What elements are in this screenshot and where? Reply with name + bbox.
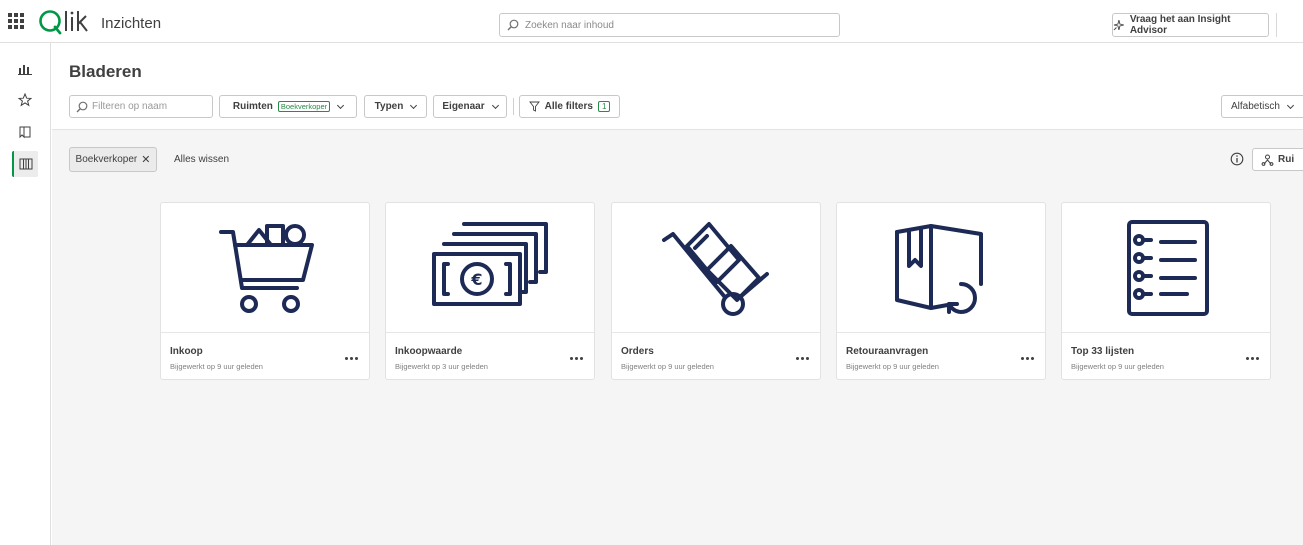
filter-icon	[528, 101, 540, 112]
rail-item-favorites[interactable]	[12, 87, 38, 113]
types-dropdown[interactable]: Typen	[364, 95, 427, 118]
all-filters-button[interactable]: Alle filters 1	[519, 95, 620, 118]
chevron-down-icon	[410, 101, 418, 109]
rail-item-catalog[interactable]	[12, 151, 38, 177]
spaces-selected-tag: Boekverkoper	[277, 101, 331, 112]
close-icon[interactable]: ✕	[141, 153, 150, 166]
chevron-down-icon	[491, 101, 499, 109]
catalog-icon	[19, 158, 33, 170]
info-icon[interactable]	[1230, 152, 1244, 166]
sort-label: Alfabetisch	[1231, 101, 1280, 112]
app-launcher-icon[interactable]	[8, 13, 24, 29]
sparkle-icon	[1113, 19, 1124, 31]
app-title: Inzichten	[101, 15, 162, 32]
app-card-orders[interactable]: Orders Bijgewerkt op 9 uur geleden	[611, 202, 821, 380]
top-bar: Inzichten Vraag het aan Insight Advisor	[0, 0, 1303, 43]
insight-advisor-button[interactable]: Vraag het aan Insight Advisor	[1112, 13, 1269, 37]
clear-all-link[interactable]: Alles wissen	[174, 154, 229, 165]
more-options-icon[interactable]	[345, 353, 359, 363]
all-filters-label: Alle filters	[544, 101, 593, 112]
space-icon	[1261, 154, 1274, 166]
card-title: Top 33 lijsten	[1071, 346, 1135, 357]
card-title: Orders	[621, 346, 654, 357]
filter-count-badge: 1	[597, 101, 611, 112]
card-title: Retouraanvragen	[846, 346, 929, 357]
card-subtitle: Bijgewerkt op 9 uur geleden	[170, 362, 263, 371]
chevron-down-icon	[337, 101, 345, 109]
left-rail	[0, 43, 51, 545]
active-filter-chip[interactable]: Boekverkoper ✕	[69, 147, 157, 172]
owner-label: Eigenaar	[442, 101, 485, 112]
space-button[interactable]: Rui	[1252, 148, 1303, 171]
more-options-icon[interactable]	[1021, 353, 1035, 363]
card-title: Inkoopwaarde	[395, 346, 463, 357]
content-search[interactable]	[499, 13, 840, 37]
owner-dropdown[interactable]: Eigenaar	[433, 95, 507, 118]
page-title: Bladeren	[69, 62, 142, 81]
star-icon	[18, 93, 32, 107]
search-icon	[507, 19, 519, 31]
list-icon	[1127, 219, 1209, 316]
name-filter-input[interactable]	[92, 99, 207, 114]
chevron-down-icon	[1286, 101, 1294, 109]
header-divider	[1276, 13, 1277, 37]
spaces-dropdown[interactable]: Ruimten Boekverkoper	[219, 95, 357, 118]
toolbar-divider	[513, 98, 514, 115]
app-card-inkoopwaarde[interactable]: € Inkoopwaarde Bijgewerkt op 3 uur geled…	[385, 202, 595, 380]
card-thumbnail	[837, 203, 1045, 333]
card-subtitle: Bijgewerkt op 9 uur geleden	[1071, 362, 1164, 371]
shopping-cart-icon	[219, 223, 314, 313]
card-subtitle: Bijgewerkt op 3 uur geleden	[395, 362, 488, 371]
name-filter[interactable]	[69, 95, 213, 118]
app-card-top-33-lijsten[interactable]: Top 33 lijsten Bijgewerkt op 9 uur geled…	[1061, 202, 1271, 380]
spaces-label: Ruimten	[232, 101, 273, 112]
return-box-icon	[895, 223, 983, 314]
hand-truck-icon	[662, 221, 769, 316]
insight-advisor-label: Vraag het aan Insight Advisor	[1129, 14, 1231, 36]
money-stack-icon: €	[432, 221, 548, 306]
space-button-label: Rui	[1278, 154, 1295, 165]
analytics-icon	[18, 65, 32, 75]
search-icon	[76, 101, 88, 113]
rail-item-collections[interactable]	[12, 119, 38, 145]
card-subtitle: Bijgewerkt op 9 uur geleden	[846, 362, 939, 371]
more-options-icon[interactable]	[1246, 353, 1260, 363]
sort-dropdown[interactable]: Alfabetisch	[1221, 95, 1303, 118]
card-title: Inkoop	[170, 346, 203, 357]
svg-text:€: €	[470, 270, 482, 289]
app-card-retouraanvragen[interactable]: Retouraanvragen Bijgewerkt op 9 uur gele…	[836, 202, 1046, 380]
card-thumbnail	[612, 203, 820, 333]
active-filter-label: Boekverkoper	[75, 154, 138, 165]
card-thumbnail	[161, 203, 369, 333]
qlik-logo[interactable]	[38, 8, 90, 36]
card-subtitle: Bijgewerkt op 9 uur geleden	[621, 362, 714, 371]
types-label: Typen	[374, 101, 404, 112]
app-card-inkoop[interactable]: Inkoop Bijgewerkt op 9 uur geleden	[160, 202, 370, 380]
card-thumbnail	[1062, 203, 1270, 333]
card-thumbnail: €	[386, 203, 594, 333]
search-input[interactable]	[525, 17, 825, 33]
rail-item-analytics[interactable]	[12, 56, 38, 82]
bookmark-icon	[19, 126, 31, 139]
more-options-icon[interactable]	[796, 353, 810, 363]
more-options-icon[interactable]	[570, 353, 584, 363]
